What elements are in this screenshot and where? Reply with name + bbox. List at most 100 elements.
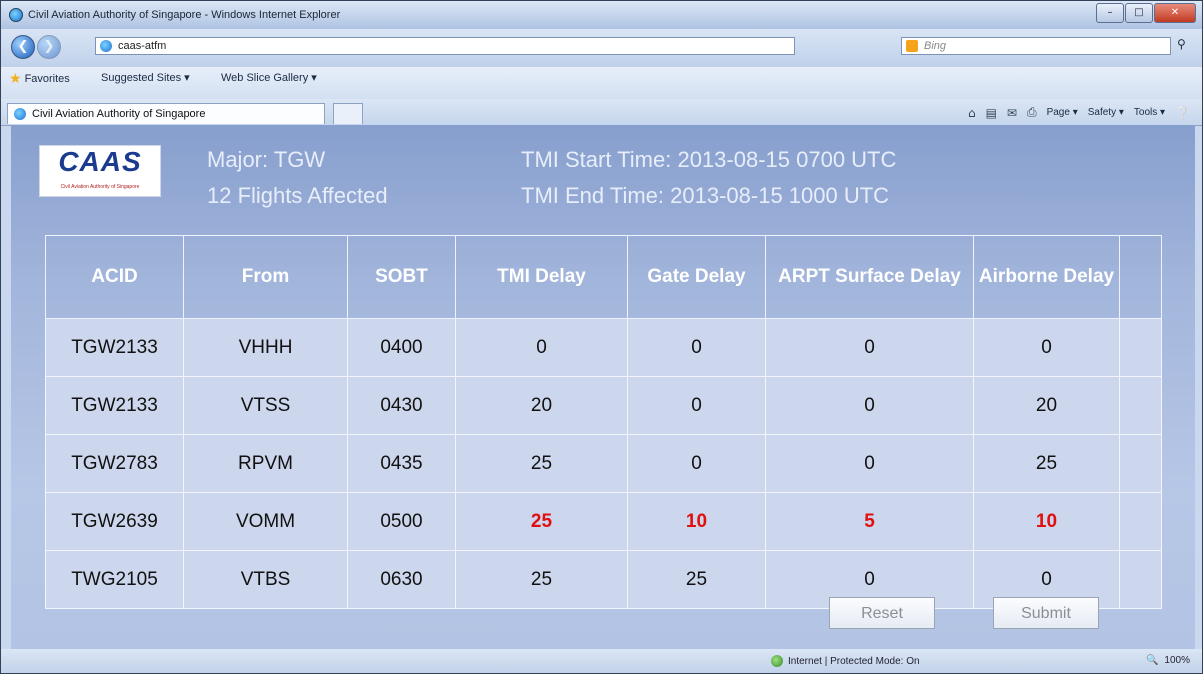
cell-arpt-surface-delay[interactable]: 0	[765, 434, 974, 493]
cell-airborne-delay[interactable]: 10	[973, 492, 1120, 551]
cell-gate-delay[interactable]: 25	[627, 550, 766, 609]
title-bar: Civil Aviation Authority of Singapore - …	[1, 1, 1202, 29]
search-icon[interactable]: ⚲	[1177, 37, 1186, 51]
mail-icon[interactable]: ✉	[1007, 106, 1017, 120]
cell-sobt: 0630	[347, 550, 456, 609]
cell-tmi-delay[interactable]: 25	[455, 434, 628, 493]
cell-acid: TWG2105	[45, 550, 184, 609]
col-header-gate-delay: Gate Delay	[627, 235, 766, 319]
tmi-end-time: TMI End Time: 2013-08-15 1000 UTC	[521, 183, 890, 208]
zoom-level[interactable]: 🔍 100%	[1146, 655, 1190, 666]
favorites-button[interactable]: ★ Favorites	[9, 71, 70, 87]
table-header-row: ACID From SOBT TMI Delay Gate Delay ARPT…	[45, 235, 1162, 319]
page-icon	[100, 40, 112, 52]
web-slice-gallery-link[interactable]: Web Slice Gallery ▾	[221, 71, 317, 84]
cell-gate-delay[interactable]: 0	[627, 434, 766, 493]
web-slice-gallery-label: Web Slice Gallery ▾	[221, 72, 317, 84]
favorites-bar: ★ Favorites Suggested Sites ▾ Web Slice …	[1, 67, 1202, 99]
url-field[interactable]: caas-atfm	[95, 37, 795, 55]
col-header-acid: ACID	[45, 235, 184, 319]
cell-tmi-delay[interactable]: 25	[455, 550, 628, 609]
address-bar: ❮ ❯ caas-atfm Bing ⚲	[1, 29, 1202, 67]
cell-sobt: 0430	[347, 376, 456, 435]
suggested-sites-label: Suggested Sites ▾	[101, 72, 190, 84]
cell-acid: TGW2133	[45, 318, 184, 377]
page-content: CAAS Civil Aviation Authority of Singapo…	[11, 125, 1195, 649]
help-icon[interactable]: ❔	[1175, 106, 1190, 120]
cell-from: RPVM	[183, 434, 348, 493]
cell-spacer	[1119, 318, 1162, 377]
cell-arpt-surface-delay[interactable]: 5	[765, 492, 974, 551]
url-text: caas-atfm	[118, 40, 167, 52]
print-icon[interactable]: ⎙	[1027, 105, 1037, 120]
cell-sobt: 0400	[347, 318, 456, 377]
zoom-label: 100%	[1158, 655, 1190, 666]
table-row: TGW2133 VTSS 0430 20 0 0 20	[45, 376, 1162, 435]
col-header-airborne-delay: Airborne Delay	[973, 235, 1120, 319]
status-bar: Internet | Protected Mode: On 🔍 100%	[1, 649, 1202, 673]
maximize-button[interactable]: □	[1125, 3, 1153, 23]
close-button[interactable]: ✕	[1154, 3, 1196, 23]
cell-tmi-delay[interactable]: 20	[455, 376, 628, 435]
cell-spacer	[1119, 492, 1162, 551]
col-header-sobt: SOBT	[347, 235, 456, 319]
cell-spacer	[1119, 434, 1162, 493]
cell-gate-delay[interactable]: 0	[627, 318, 766, 377]
cell-gate-delay[interactable]: 0	[627, 376, 766, 435]
cell-acid: TGW2783	[45, 434, 184, 493]
suggested-sites-link[interactable]: Suggested Sites ▾	[101, 71, 190, 84]
cell-from: VOMM	[183, 492, 348, 551]
new-tab-button[interactable]	[333, 103, 363, 124]
flights-table: ACID From SOBT TMI Delay Gate Delay ARPT…	[45, 235, 1162, 609]
forward-button[interactable]: ❯	[37, 35, 61, 59]
cell-airborne-delay[interactable]: 25	[973, 434, 1120, 493]
cell-spacer	[1119, 550, 1162, 609]
major-carrier: Major: TGW	[207, 147, 326, 172]
col-header-arpt-surface-delay: ARPT Surface Delay	[765, 235, 974, 319]
cell-sobt: 0435	[347, 434, 456, 493]
cell-tmi-delay[interactable]: 25	[455, 492, 628, 551]
cell-tmi-delay[interactable]: 0	[455, 318, 628, 377]
tools-menu[interactable]: Tools ▾	[1134, 107, 1165, 118]
magnifier-icon: 🔍	[1146, 655, 1159, 666]
cell-acid: TGW2133	[45, 376, 184, 435]
tab-row: Civil Aviation Authority of Singapore ⌂ …	[1, 99, 1202, 126]
search-placeholder: Bing	[924, 40, 947, 52]
page-menu[interactable]: Page ▾	[1047, 107, 1078, 118]
security-zone[interactable]: Internet | Protected Mode: On	[771, 655, 920, 667]
cell-from: VTSS	[183, 376, 348, 435]
back-button[interactable]: ❮	[11, 35, 35, 59]
globe-icon	[771, 655, 783, 667]
window-controls: – □ ✕	[1095, 3, 1196, 23]
minimize-button[interactable]: –	[1096, 3, 1124, 23]
zone-label: Internet | Protected Mode: On	[788, 655, 920, 667]
cell-airborne-delay[interactable]: 20	[973, 376, 1120, 435]
favorites-label: Favorites	[24, 73, 70, 85]
cell-from: VHHH	[183, 318, 348, 377]
ie-icon	[9, 8, 23, 22]
browser-window: Civil Aviation Authority of Singapore - …	[0, 0, 1203, 674]
submit-button[interactable]: Submit	[993, 597, 1099, 629]
cell-gate-delay[interactable]: 10	[627, 492, 766, 551]
caas-logo: CAAS Civil Aviation Authority of Singapo…	[39, 145, 161, 197]
bing-icon	[906, 40, 918, 52]
feeds-icon[interactable]: ▤	[986, 106, 997, 120]
window-title: Civil Aviation Authority of Singapore - …	[28, 9, 341, 21]
cell-acid: TGW2639	[45, 492, 184, 551]
star-icon: ★	[9, 71, 22, 87]
cell-arpt-surface-delay[interactable]: 0	[765, 376, 974, 435]
reset-button[interactable]: Reset	[829, 597, 935, 629]
cell-spacer	[1119, 376, 1162, 435]
home-icon[interactable]: ⌂	[968, 106, 976, 120]
tab-title: Civil Aviation Authority of Singapore	[32, 108, 206, 120]
table-row: TGW2133 VHHH 0400 0 0 0 0	[45, 318, 1162, 377]
search-input[interactable]: Bing	[901, 37, 1171, 55]
cell-arpt-surface-delay[interactable]: 0	[765, 318, 974, 377]
cell-airborne-delay[interactable]: 0	[973, 318, 1120, 377]
tab-caas[interactable]: Civil Aviation Authority of Singapore	[7, 103, 325, 124]
logo-text: CAAS	[58, 146, 142, 177]
tmi-start-time: TMI Start Time: 2013-08-15 0700 UTC	[521, 147, 897, 172]
cell-from: VTBS	[183, 550, 348, 609]
safety-menu[interactable]: Safety ▾	[1088, 107, 1124, 118]
tab-ie-icon	[14, 108, 26, 120]
